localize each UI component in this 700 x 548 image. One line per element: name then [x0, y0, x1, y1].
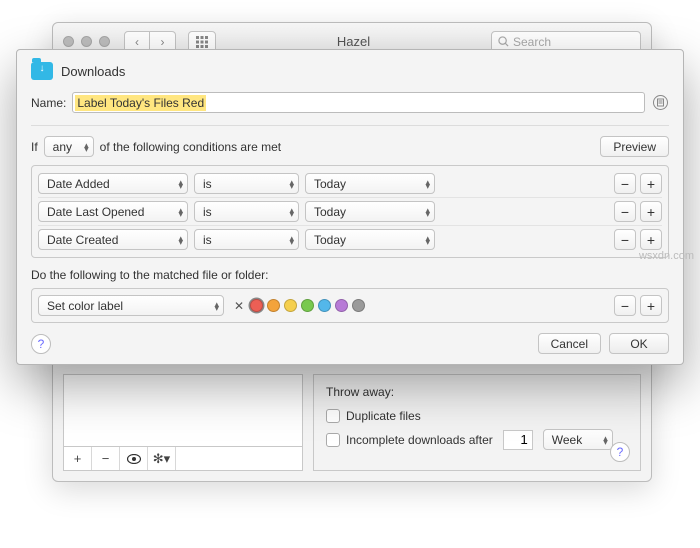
folder-name: Downloads	[61, 64, 125, 79]
op-select[interactable]: is▴▾	[194, 201, 299, 222]
add-condition-button[interactable]: +	[640, 201, 662, 222]
condition-row: Date Last Opened▴▾ is▴▾ Today▴▾ −+	[38, 197, 662, 225]
grid-icon	[196, 36, 208, 48]
throw-away-panel: Throw away: Duplicate files Incomplete d…	[313, 374, 641, 471]
traffic-lights[interactable]	[63, 36, 110, 47]
color-blue[interactable]	[318, 299, 331, 312]
rule-options-button[interactable]: ✻▾	[148, 447, 176, 470]
eye-icon	[127, 454, 141, 464]
attr-select[interactable]: Date Added▴▾	[38, 173, 188, 194]
cancel-button[interactable]: Cancel	[538, 333, 601, 354]
rule-editor-sheet: Downloads Name: Label Today's Files Red …	[16, 49, 684, 365]
remove-rule-button[interactable]: −	[92, 447, 120, 470]
clear-color-button[interactable]: ✕	[234, 299, 244, 313]
do-label: Do the following to the matched file or …	[31, 268, 669, 282]
window-title: Hazel	[222, 34, 485, 49]
sheet-help-button[interactable]: ?	[31, 334, 51, 354]
notes-button[interactable]	[651, 94, 669, 112]
rules-list: + − ✻▾	[63, 374, 303, 471]
op-select[interactable]: is▴▾	[194, 173, 299, 194]
duplicate-files-checkbox[interactable]	[326, 409, 340, 423]
name-label: Name:	[31, 96, 66, 110]
action-select[interactable]: Set color label▴▾	[38, 295, 224, 316]
color-red[interactable]	[250, 299, 263, 312]
incomplete-unit-select[interactable]: Week▴▾	[543, 429, 613, 450]
val-select[interactable]: Today▴▾	[305, 229, 435, 250]
add-rule-button[interactable]: +	[64, 447, 92, 470]
attr-select[interactable]: Date Created▴▾	[38, 229, 188, 250]
remove-condition-button[interactable]: −	[614, 201, 636, 222]
if-prefix: If	[31, 140, 38, 154]
conditions-box: Date Added▴▾ is▴▾ Today▴▾ −+ Date Last O…	[31, 165, 669, 258]
incomplete-value-field[interactable]	[503, 430, 533, 450]
val-select[interactable]: Today▴▾	[305, 201, 435, 222]
rules-toolbar: + − ✻▾	[64, 446, 302, 470]
incomplete-downloads-label: Incomplete downloads after	[346, 433, 493, 447]
gear-icon: ✻▾	[153, 451, 170, 467]
rule-name-value: Label Today's Files Red	[75, 95, 206, 111]
match-scope-select[interactable]: any▴▾	[44, 136, 94, 157]
throw-away-header: Throw away:	[326, 385, 628, 399]
folder-icon	[31, 62, 53, 80]
color-green[interactable]	[301, 299, 314, 312]
help-button[interactable]: ?	[610, 442, 630, 462]
color-yellow[interactable]	[284, 299, 297, 312]
remove-condition-button[interactable]: −	[614, 229, 636, 250]
condition-row: Date Added▴▾ is▴▾ Today▴▾ −+	[38, 170, 662, 197]
note-icon	[653, 95, 668, 110]
search-placeholder: Search	[513, 35, 551, 49]
preview-button[interactable]: Preview	[600, 136, 669, 157]
search-icon	[498, 36, 509, 47]
color-purple[interactable]	[335, 299, 348, 312]
incomplete-downloads-checkbox[interactable]	[326, 433, 340, 447]
rule-name-field[interactable]: Label Today's Files Red	[72, 92, 645, 113]
val-select[interactable]: Today▴▾	[305, 173, 435, 194]
color-swatches	[250, 299, 365, 312]
condition-row: Date Created▴▾ is▴▾ Today▴▾ −+	[38, 225, 662, 253]
op-select[interactable]: is▴▾	[194, 229, 299, 250]
add-action-button[interactable]: +	[640, 295, 662, 316]
color-grey[interactable]	[352, 299, 365, 312]
attr-select[interactable]: Date Last Opened▴▾	[38, 201, 188, 222]
rules-list-body[interactable]	[64, 375, 302, 446]
actions-box: Set color label▴▾ ✕ −+	[31, 288, 669, 323]
watermark: wsxdn.com	[639, 250, 694, 262]
remove-action-button[interactable]: −	[614, 295, 636, 316]
ok-button[interactable]: OK	[609, 333, 669, 354]
if-suffix: of the following conditions are met	[100, 140, 281, 154]
main-content: + − ✻▾ Throw away: Duplicate files Incom…	[53, 368, 651, 481]
color-orange[interactable]	[267, 299, 280, 312]
add-condition-button[interactable]: +	[640, 229, 662, 250]
duplicate-files-label: Duplicate files	[346, 409, 421, 423]
remove-condition-button[interactable]: −	[614, 173, 636, 194]
add-condition-button[interactable]: +	[640, 173, 662, 194]
preview-rule-button[interactable]	[120, 447, 148, 470]
